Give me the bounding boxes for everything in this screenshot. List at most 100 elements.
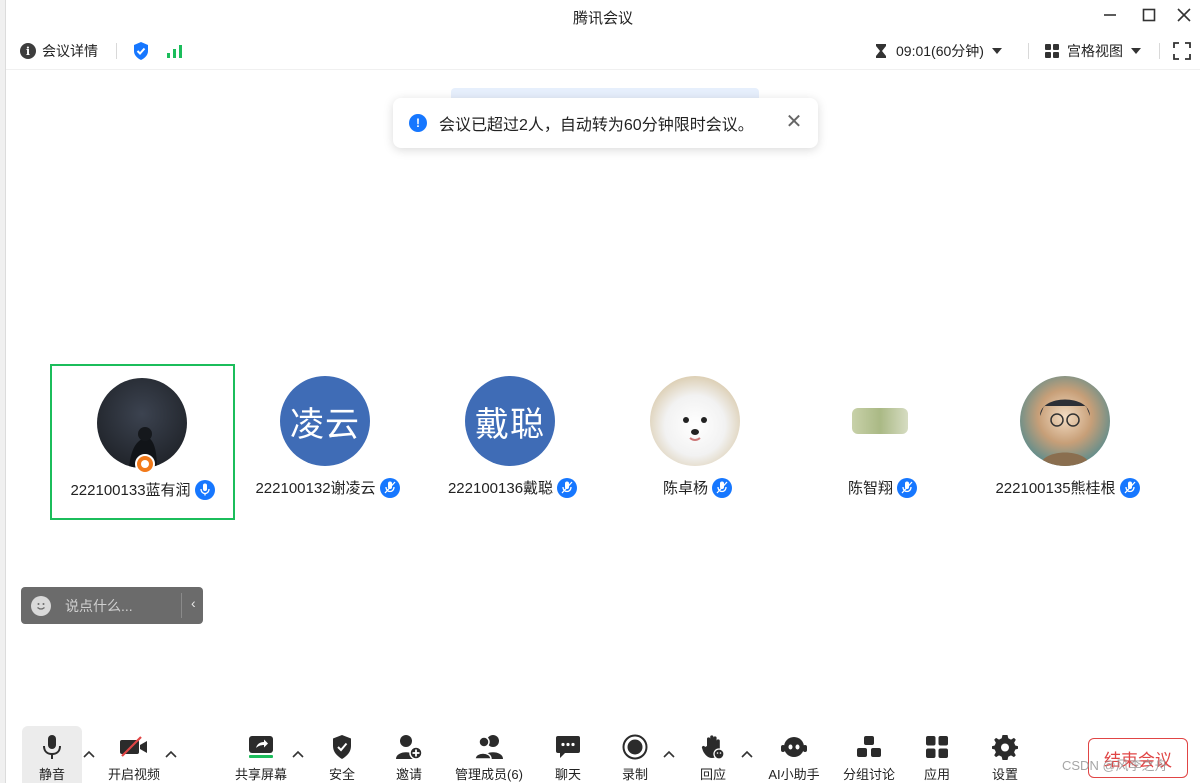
host-badge-icon	[135, 454, 155, 474]
chat-icon	[552, 734, 584, 760]
breakout-rooms-button[interactable]: 分组讨论	[838, 726, 900, 783]
microphone-icon	[712, 477, 732, 498]
info-icon: i	[20, 43, 36, 59]
react-label: 回应	[699, 767, 726, 782]
view-mode-button[interactable]: 宫格视图	[1044, 40, 1141, 62]
invite-label: 邀请	[395, 767, 422, 782]
chevron-up-icon[interactable]	[740, 748, 754, 762]
chat-input[interactable]: 说点什么...	[65, 596, 133, 616]
fullscreen-icon[interactable]	[1173, 40, 1191, 62]
meeting-toolbar: i 会议详情 09:01(60分钟) 宫格视图	[6, 32, 1200, 70]
divider	[116, 43, 117, 59]
record-icon	[619, 734, 651, 760]
participant-name-row: 222100136戴聪	[420, 477, 605, 498]
chevron-up-icon[interactable]	[291, 748, 305, 762]
participant-name: 陈卓杨	[662, 480, 708, 497]
chevron-down-icon	[1131, 48, 1141, 54]
collapse-chevron-icon[interactable]: ‹	[191, 595, 196, 611]
microphone-icon	[194, 479, 215, 500]
raise-hand-icon	[697, 734, 729, 760]
participant-tile[interactable]: 凌云 222100132谢凌云	[235, 364, 420, 520]
hourglass-icon	[876, 44, 886, 58]
signal-icon[interactable]	[166, 40, 184, 62]
view-mode-label: 宫格视图	[1067, 43, 1123, 59]
timer-text: 09:01(60分钟)	[896, 43, 984, 59]
participant-tile[interactable]: 222100133蓝有润	[50, 364, 235, 520]
participant-name-row: 222100133蓝有润	[52, 479, 233, 500]
chevron-down-icon	[991, 48, 1002, 54]
divider	[1028, 43, 1029, 59]
apps-label: 应用	[923, 767, 950, 782]
chevron-up-icon[interactable]	[164, 748, 178, 762]
bottom-control-bar: 静音 开启视频 共享屏幕 安全 邀请 管理成员(6) 聊天 录制 回应 AI小助…	[6, 726, 1200, 783]
chevron-up-icon[interactable]	[662, 748, 676, 762]
gear-icon	[989, 734, 1021, 760]
share-screen-label: 共享屏幕	[234, 767, 287, 782]
notice-close-icon[interactable]: ✕	[784, 112, 804, 132]
share-screen-icon	[245, 734, 277, 760]
participant-name-row: 陈智翔	[790, 477, 975, 498]
shield-icon[interactable]	[132, 40, 150, 62]
maximize-icon[interactable]	[1133, 4, 1165, 26]
meeting-timer[interactable]: 09:01(60分钟)	[874, 40, 1002, 62]
participant-name-row: 222100132谢凌云	[235, 477, 420, 498]
minimize-icon[interactable]	[1094, 4, 1126, 26]
security-button[interactable]: 安全	[312, 726, 372, 783]
record-label: 录制	[621, 767, 648, 782]
avatar: 凌云	[280, 376, 370, 466]
chat-button[interactable]: 聊天	[538, 726, 598, 783]
grid-view-icon	[1045, 44, 1059, 58]
breakout-rooms-label: 分组讨论	[842, 767, 895, 782]
settings-label: 设置	[991, 767, 1018, 782]
participant-tile[interactable]: 陈卓杨	[605, 364, 790, 520]
start-video-button[interactable]: 开启视频	[104, 726, 164, 783]
settings-button[interactable]: 设置	[975, 726, 1035, 783]
participant-tile[interactable]: 222100135熊桂根	[975, 364, 1160, 520]
participant-grid: 222100133蓝有润 凌云 222100132谢凌云 戴聪 22210013…	[50, 364, 1150, 520]
close-icon[interactable]	[1168, 4, 1200, 26]
ai-robot-icon	[778, 734, 810, 760]
participant-name-row: 222100135熊桂根	[975, 477, 1160, 498]
window-left-edge	[0, 0, 6, 783]
members-icon	[473, 734, 505, 760]
invite-button[interactable]: 邀请	[379, 726, 439, 783]
emoji-icon[interactable]	[31, 595, 51, 616]
breakout-icon	[853, 734, 885, 760]
time-limit-notice: ! 会议已超过2人，自动转为60分钟限时会议。 ✕	[393, 98, 818, 148]
divider	[181, 593, 182, 618]
microphone-icon	[1119, 477, 1140, 498]
microphone-icon	[557, 477, 578, 498]
meeting-details-button[interactable]: i 会议详情	[20, 40, 98, 62]
manage-members-label: 管理成员(6)	[455, 767, 523, 782]
record-button[interactable]: 录制	[605, 726, 665, 783]
meeting-details-label: 会议详情	[42, 43, 98, 59]
quick-chat-box: 说点什么... ‹	[21, 587, 203, 624]
apps-button[interactable]: 应用	[907, 726, 967, 783]
watermark: CSDN @风李之舟	[1062, 758, 1168, 773]
avatar: 戴聪	[465, 376, 555, 466]
participant-tile[interactable]: 戴聪 222100136戴聪	[420, 364, 605, 520]
participant-tile[interactable]: 陈智翔	[790, 364, 975, 520]
notice-text: 会议已超过2人，自动转为60分钟限时会议。	[439, 117, 754, 134]
share-screen-button[interactable]: 共享屏幕	[231, 726, 291, 783]
mute-label: 静音	[38, 767, 65, 782]
participant-name: 222100135熊桂根	[995, 480, 1116, 497]
participant-name: 222100136戴聪	[447, 480, 554, 497]
security-label: 安全	[328, 767, 355, 782]
manage-members-button[interactable]: 管理成员(6)	[449, 726, 529, 783]
participant-name: 陈智翔	[847, 480, 893, 497]
video-off-icon	[118, 734, 150, 760]
ai-assistant-button[interactable]: AI小助手	[761, 726, 827, 783]
microphone-icon	[36, 734, 68, 760]
react-button[interactable]: 回应	[683, 726, 743, 783]
start-video-label: 开启视频	[107, 767, 160, 782]
microphone-icon	[379, 477, 400, 498]
chevron-up-icon[interactable]	[82, 748, 96, 762]
add-user-icon	[393, 734, 425, 760]
avatar	[852, 408, 908, 434]
divider	[1159, 43, 1160, 59]
participant-name-row: 陈卓杨	[605, 477, 790, 498]
title-bar: 腾讯会议	[6, 0, 1200, 32]
mute-button[interactable]: 静音	[22, 726, 82, 783]
ai-assistant-label: AI小助手	[768, 767, 820, 782]
